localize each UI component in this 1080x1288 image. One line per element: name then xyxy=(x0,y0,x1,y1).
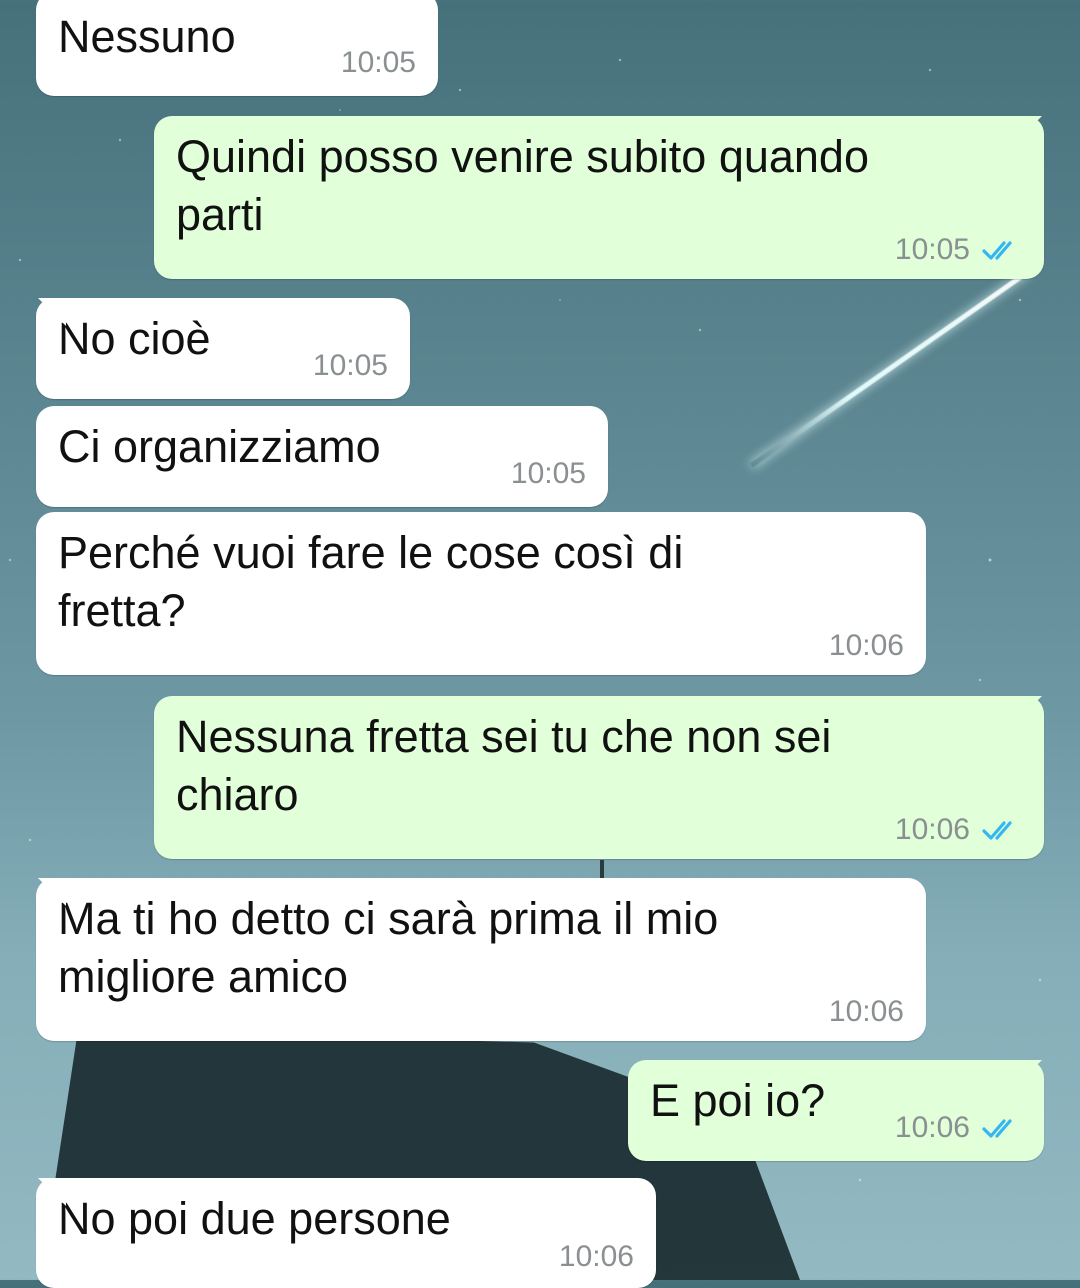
message-time: 10:05 xyxy=(340,46,416,79)
message-text: Ci organizziamo xyxy=(58,421,381,472)
bubble-tail xyxy=(1014,696,1042,724)
chat-message-list: Nessuno 10:05 Quindi posso venire subito… xyxy=(0,0,1080,1288)
message-time: 10:06 xyxy=(894,813,970,846)
message-text: Nessuno xyxy=(58,11,236,62)
message-time: 10:05 xyxy=(510,457,586,490)
bubble-tail xyxy=(38,878,66,906)
bubble-tail xyxy=(1014,1060,1042,1088)
message-text: No poi due persone xyxy=(58,1193,451,1244)
message-text: Perché vuoi fare le cose così di fretta? xyxy=(58,527,696,636)
message-text: Nessuna fretta sei tu che non sei chiaro xyxy=(176,711,844,820)
message-text: Ma ti ho detto ci sarà prima il mio migl… xyxy=(58,893,731,1002)
message-text: Quindi posso venire subito quando parti xyxy=(176,131,882,240)
message-meta: 10:05 xyxy=(341,48,416,78)
double-check-icon xyxy=(982,241,1012,260)
message-meta: 10:05 xyxy=(313,351,388,381)
message-text: No cioè xyxy=(58,313,211,364)
message-meta: 10:06 xyxy=(895,815,1022,845)
incoming-message[interactable]: Nessuno 10:05 xyxy=(36,0,438,96)
message-time: 10:06 xyxy=(828,995,904,1028)
message-meta: 10:05 xyxy=(511,459,586,489)
message-text: E poi io? xyxy=(650,1075,826,1126)
message-meta: 10:06 xyxy=(829,997,904,1027)
outgoing-message[interactable]: E poi io? 10:06 xyxy=(628,1060,1044,1161)
message-meta: 10:05 xyxy=(895,235,1022,265)
message-time: 10:06 xyxy=(828,629,904,662)
message-meta: 10:06 xyxy=(559,1242,634,1272)
bubble-tail xyxy=(38,298,66,326)
incoming-message[interactable]: No cioè 10:05 xyxy=(36,298,410,399)
incoming-message[interactable]: Ci organizziamo 10:05 xyxy=(36,406,608,507)
message-time: 10:05 xyxy=(894,233,970,266)
message-time: 10:05 xyxy=(312,349,388,382)
double-check-icon xyxy=(982,821,1012,840)
message-meta: 10:06 xyxy=(895,1113,1022,1143)
incoming-message[interactable]: Ma ti ho detto ci sarà prima il mio migl… xyxy=(36,878,926,1041)
message-time: 10:06 xyxy=(894,1111,970,1144)
message-meta: 10:06 xyxy=(829,631,904,661)
message-time: 10:06 xyxy=(558,1240,634,1273)
outgoing-message[interactable]: Nessuna fretta sei tu che non sei chiaro… xyxy=(154,696,1044,859)
incoming-message[interactable]: No poi due persone 10:06 xyxy=(36,1178,656,1288)
bubble-tail xyxy=(1014,116,1042,144)
outgoing-message[interactable]: Quindi posso venire subito quando parti … xyxy=(154,116,1044,279)
incoming-message[interactable]: Perché vuoi fare le cose così di fretta?… xyxy=(36,512,926,675)
double-check-icon xyxy=(982,1119,1012,1138)
